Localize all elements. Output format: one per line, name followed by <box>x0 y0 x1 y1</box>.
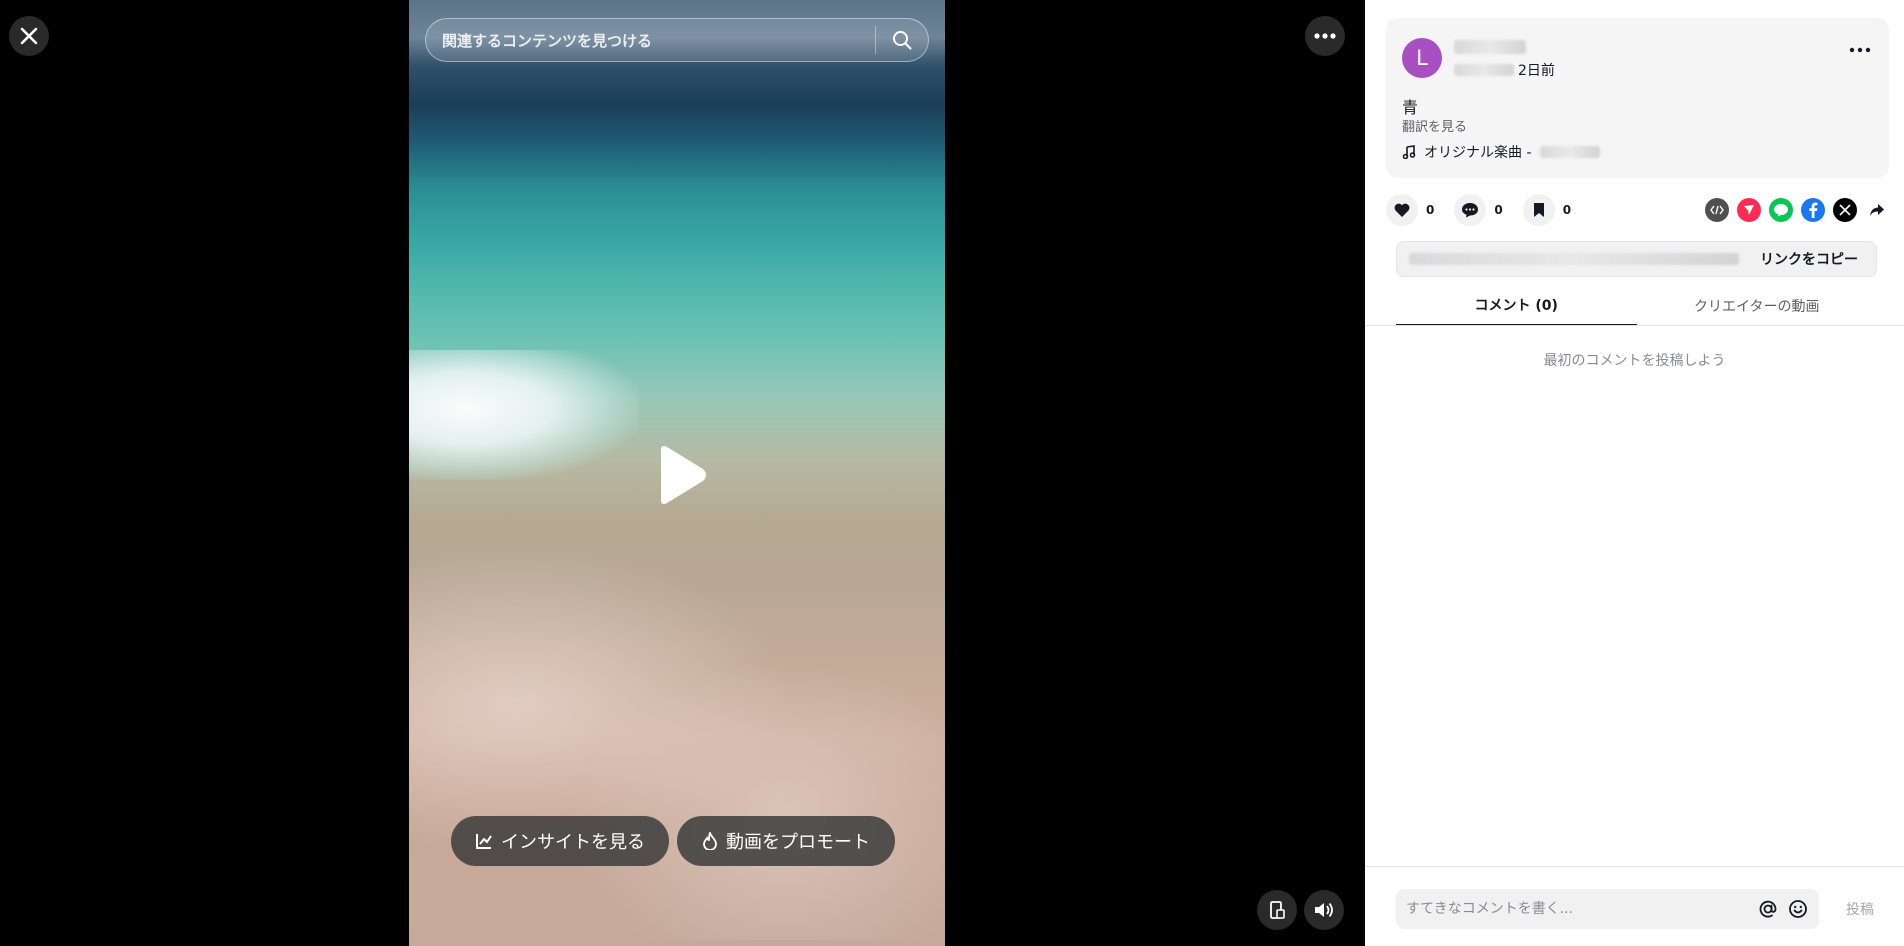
flame-icon <box>703 832 717 850</box>
share-options <box>1705 198 1889 222</box>
emoji-icon <box>1789 900 1807 918</box>
more-icon <box>1314 33 1336 39</box>
avatar-letter: L <box>1416 46 1428 70</box>
music-link[interactable]: オリジナル楽曲 - <box>1402 142 1600 162</box>
save-circle <box>1522 194 1555 226</box>
phone-icon <box>1270 901 1285 919</box>
embed-icon <box>1710 205 1724 215</box>
view-insights-button[interactable]: インサイトを見る <box>451 816 669 866</box>
share-facebook-button[interactable] <box>1801 198 1825 222</box>
play-icon[interactable] <box>653 444 709 506</box>
save-button[interactable]: 0 <box>1522 194 1572 226</box>
like-circle <box>1386 194 1418 226</box>
panel-tabs: コメント (0) クリエイターの動画 <box>1396 286 1877 326</box>
floating-player-button[interactable] <box>1257 890 1297 930</box>
music-author-redacted <box>1539 146 1600 158</box>
related-search-input[interactable]: 関連するコンテンツを見つける <box>426 30 875 51</box>
composer-divider <box>1365 866 1904 867</box>
comment-count: 0 <box>1494 203 1503 217</box>
promote-video-label: 動画をプロモート <box>726 832 870 853</box>
avatar[interactable]: L <box>1402 38 1442 78</box>
close-button[interactable] <box>9 16 49 56</box>
see-translation-link[interactable]: 翻訳を見る <box>1402 116 1467 135</box>
music-label: オリジナル楽曲 - <box>1424 145 1532 161</box>
bookmark-icon <box>1533 203 1544 217</box>
comment-icon <box>1462 203 1479 218</box>
post-meta: 2日前 <box>1454 60 1555 80</box>
share-arrow-icon <box>1870 204 1884 216</box>
tab-comments[interactable]: コメント (0) <box>1396 286 1637 326</box>
save-count: 0 <box>1562 203 1572 217</box>
copy-link-button[interactable]: リンクをコピー <box>1760 249 1858 269</box>
facebook-icon <box>1809 202 1818 218</box>
link-box: リンクをコピー <box>1396 241 1877 277</box>
mention-button[interactable] <box>1753 894 1783 924</box>
comment-input[interactable] <box>1396 901 1753 917</box>
post-more-button[interactable] <box>1843 38 1877 62</box>
display-name-redacted <box>1454 64 1514 76</box>
comment-circle <box>1454 194 1487 226</box>
empty-comments-message: 最初のコメントを投稿しよう <box>1543 353 1726 369</box>
more-share-button[interactable] <box>1865 198 1889 222</box>
username-redacted[interactable] <box>1454 40 1526 54</box>
tab-creator-videos[interactable]: クリエイターの動画 <box>1637 286 1878 326</box>
chart-icon <box>476 834 492 849</box>
tabs-divider <box>1365 325 1904 326</box>
embed-button[interactable] <box>1705 198 1729 222</box>
search-icon <box>893 31 912 50</box>
line-icon <box>1774 204 1788 217</box>
video-url-redacted[interactable] <box>1409 253 1739 265</box>
post-caption: 青 <box>1402 98 1419 117</box>
player-more-button[interactable] <box>1305 16 1345 56</box>
volume-icon <box>1315 902 1333 918</box>
video-player[interactable]: 関連するコンテンツを見つける インサイトを見る 動画をプロモート <box>409 0 945 946</box>
video-frame-wave <box>409 350 639 480</box>
x-icon <box>1839 204 1851 216</box>
heart-icon <box>1394 203 1410 217</box>
like-button[interactable]: 0 <box>1386 194 1434 226</box>
close-icon <box>20 27 38 45</box>
view-insights-label: インサイトを見る <box>501 832 645 853</box>
video-frame-sand <box>409 540 945 940</box>
search-button[interactable] <box>876 18 928 62</box>
post-comment-button[interactable]: 投稿 <box>1846 899 1874 919</box>
details-panel: L 2日前 青 翻訳を見る オリジナル楽曲 - 0 0 0 リンクをコピー コメ… <box>1365 0 1904 946</box>
emoji-button[interactable] <box>1783 894 1813 924</box>
more-icon <box>1849 47 1871 53</box>
music-note-icon <box>1402 145 1416 159</box>
promote-video-button[interactable]: 動画をプロモート <box>677 816 895 866</box>
comment-composer <box>1396 889 1819 929</box>
send-to-friends-button[interactable] <box>1737 198 1761 222</box>
comment-button[interactable]: 0 <box>1454 194 1503 226</box>
action-bar: 0 0 0 <box>1386 192 1889 228</box>
at-icon <box>1759 900 1777 918</box>
video-stage: 関連するコンテンツを見つける インサイトを見る 動画をプロモート <box>0 0 1365 946</box>
share-x-button[interactable] <box>1833 198 1857 222</box>
related-search-bar[interactable]: 関連するコンテンツを見つける <box>425 18 929 62</box>
share-line-button[interactable] <box>1769 198 1793 222</box>
volume-button[interactable] <box>1304 890 1344 930</box>
post-info-card: L 2日前 青 翻訳を見る オリジナル楽曲 - <box>1386 18 1889 178</box>
post-time: 2日前 <box>1518 63 1555 79</box>
send-icon <box>1744 205 1754 215</box>
like-count: 0 <box>1426 203 1435 217</box>
